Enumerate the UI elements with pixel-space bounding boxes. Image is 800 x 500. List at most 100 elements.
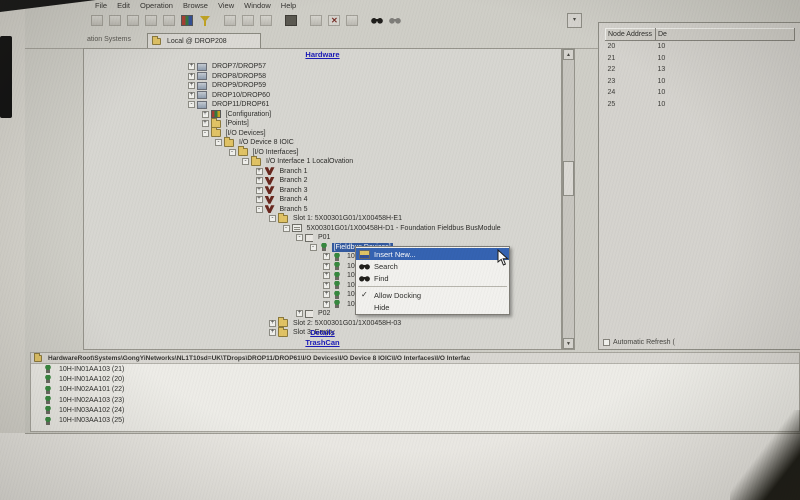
tree-item[interactable]: +Branch 1: [84, 167, 561, 177]
tree-item[interactable]: -I/O Device 8 IOIC: [84, 138, 561, 148]
tree-item[interactable]: -[I/O Devices]: [84, 129, 561, 139]
table-row[interactable]: 2110: [606, 53, 795, 65]
expand-icon[interactable]: +: [296, 310, 303, 317]
tree-item[interactable]: +[Configuration]: [84, 110, 561, 120]
list-item[interactable]: 10H-IN02AA103 (23): [31, 395, 799, 405]
tree-item[interactable]: -DROP11/DROP61: [84, 100, 561, 110]
menu-view[interactable]: View: [218, 1, 234, 10]
export-icon[interactable]: [242, 15, 254, 26]
tree-scrollbar[interactable]: ▲ ▼: [562, 48, 575, 350]
list-item[interactable]: 10H-IN01AA102 (20): [31, 374, 799, 384]
hardware-link[interactable]: Hardware: [84, 50, 561, 59]
expand-icon[interactable]: +: [256, 196, 263, 203]
tree-item[interactable]: +Branch 3: [84, 186, 561, 196]
column-header-node-address[interactable]: Node Address: [606, 29, 656, 41]
collapse-icon[interactable]: -: [202, 130, 209, 137]
tree-item[interactable]: +Slot 2: 5X00301G01/1X00458H-03: [84, 319, 561, 329]
tree-item[interactable]: +DROP7/DROP57: [84, 62, 561, 72]
list-item[interactable]: 10H-IN03AA103 (25): [31, 415, 799, 425]
scroll-down-icon[interactable]: ▼: [563, 338, 574, 349]
list-item[interactable]: 10H-IN01AA103 (21): [31, 364, 799, 374]
collapse-icon[interactable]: -: [229, 149, 236, 156]
menu-item-find[interactable]: Find: [356, 272, 509, 284]
preview-icon[interactable]: [310, 15, 322, 26]
scroll-thumb[interactable]: [563, 161, 574, 196]
tree-item[interactable]: +DROP9/DROP59: [84, 81, 561, 91]
menu-file[interactable]: File: [95, 1, 107, 10]
print-icon[interactable]: [91, 15, 103, 26]
tree-item[interactable]: +Branch 4: [84, 195, 561, 205]
expand-icon[interactable]: +: [188, 92, 195, 99]
tree-item[interactable]: -I/O Interface 1 LocalOvation: [84, 157, 561, 167]
expand-icon[interactable]: +: [323, 291, 330, 298]
list-item[interactable]: 10H-IN02AA101 (22): [31, 385, 799, 395]
table-row[interactable]: 2410: [606, 87, 795, 99]
menu-window[interactable]: Window: [244, 1, 271, 10]
tree-item[interactable]: +Branch 2: [84, 176, 561, 186]
find-icon[interactable]: [371, 15, 383, 26]
import-icon[interactable]: [224, 15, 236, 26]
menu-edit[interactable]: Edit: [117, 1, 130, 10]
menu-browse[interactable]: Browse: [183, 1, 208, 10]
collapse-icon[interactable]: -: [242, 158, 249, 165]
table-row[interactable]: 2213: [606, 64, 795, 76]
collapse-icon[interactable]: -: [269, 215, 276, 222]
menu-item-hide[interactable]: Hide: [356, 301, 509, 313]
collapse-icon[interactable]: -: [256, 206, 263, 213]
expand-icon[interactable]: +: [323, 263, 330, 270]
scroll-up-icon[interactable]: ▲: [563, 49, 574, 60]
tab-systems[interactable]: ation Systems: [87, 36, 131, 43]
expand-icon[interactable]: +: [256, 168, 263, 175]
expand-icon[interactable]: +: [202, 120, 209, 127]
automatic-refresh-checkbox[interactable]: [603, 339, 610, 346]
tree-item[interactable]: -5X00301G01/1X00458H-D1 - Foundation Fie…: [84, 224, 561, 234]
expand-icon[interactable]: +: [188, 73, 195, 80]
expand-icon[interactable]: +: [256, 177, 263, 184]
tree-item[interactable]: -Branch 5: [84, 205, 561, 215]
expand-icon[interactable]: +: [323, 272, 330, 279]
collapse-icon[interactable]: -: [296, 234, 303, 241]
collapse-icon[interactable]: -: [215, 139, 222, 146]
details-link[interactable]: Details: [84, 328, 561, 337]
delete-icon[interactable]: [328, 15, 340, 26]
expand-icon[interactable]: +: [323, 253, 330, 260]
expand-icon[interactable]: +: [188, 63, 195, 70]
paste-icon[interactable]: [163, 15, 175, 26]
collapse-icon[interactable]: -: [283, 225, 290, 232]
tree-item[interactable]: +DROP10/DROP60: [84, 91, 561, 101]
refresh-icon[interactable]: [346, 15, 358, 26]
column-header-device[interactable]: De: [656, 29, 795, 41]
expand-icon[interactable]: +: [323, 282, 330, 289]
menu-item-insert-new[interactable]: Insert New...: [356, 248, 509, 260]
expand-icon[interactable]: +: [323, 301, 330, 308]
expand-icon[interactable]: +: [269, 320, 276, 327]
table-row[interactable]: 2310: [606, 76, 795, 88]
copy-page-icon[interactable]: [260, 15, 272, 26]
expand-icon[interactable]: +: [256, 187, 263, 194]
list-item[interactable]: 10H-IN03AA102 (24): [31, 405, 799, 415]
toolbar-overflow-button[interactable]: ▾: [567, 13, 582, 28]
cut-icon[interactable]: [127, 15, 139, 26]
tree-item[interactable]: -Slot 1: 5X00301G01/1X00458H-E1: [84, 214, 561, 224]
undo-icon[interactable]: [109, 15, 121, 26]
expand-icon[interactable]: +: [188, 82, 195, 89]
menu-item-search[interactable]: Search: [356, 260, 509, 272]
find-next-icon[interactable]: [389, 15, 401, 26]
menu-help[interactable]: Help: [281, 1, 296, 10]
library-icon[interactable]: [181, 15, 193, 26]
menu-item-allow-docking[interactable]: Allow Docking: [356, 289, 509, 301]
menu-operation[interactable]: Operation: [140, 1, 173, 10]
collapse-icon[interactable]: -: [310, 244, 317, 251]
table-row[interactable]: 2510: [606, 99, 795, 111]
tree-item[interactable]: +[Points]: [84, 119, 561, 129]
tree-item[interactable]: -P01: [84, 233, 561, 243]
copy-icon[interactable]: [145, 15, 157, 26]
expand-icon[interactable]: +: [202, 111, 209, 118]
camera-icon[interactable]: [285, 15, 297, 26]
collapse-icon[interactable]: -: [188, 101, 195, 108]
filter-icon[interactable]: [199, 15, 211, 26]
tree-item[interactable]: -[I/O Interfaces]: [84, 148, 561, 158]
trashcan-link[interactable]: TrashCan: [84, 338, 561, 347]
tree-item[interactable]: +DROP8/DROP58: [84, 72, 561, 82]
table-row[interactable]: 2010: [606, 41, 795, 53]
